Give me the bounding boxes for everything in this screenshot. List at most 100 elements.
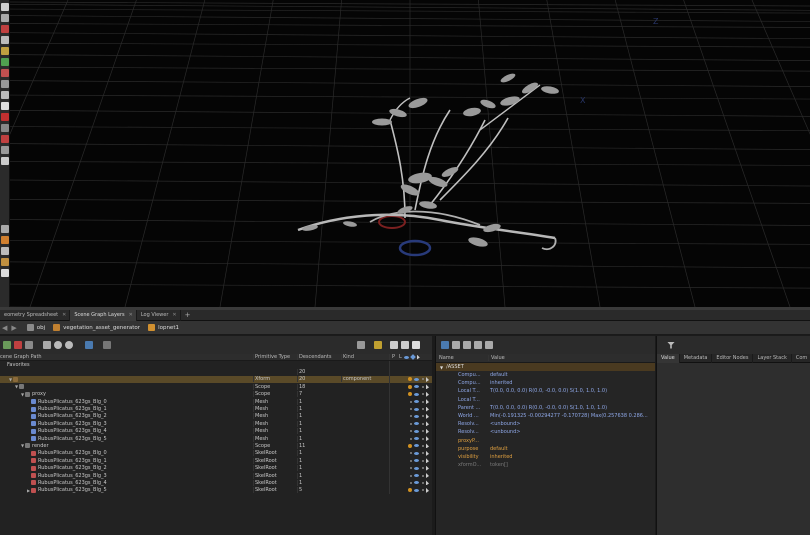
selectable-pointer-icon[interactable] [426, 480, 429, 486]
light-tool-icon[interactable] [1, 157, 9, 165]
load-dot-icon[interactable] [410, 474, 412, 477]
property-row[interactable]: World ... Min(-0.191325 -0.00294277 -0.17… [436, 412, 655, 420]
settings-gear-icon[interactable] [390, 341, 398, 349]
load-dot-icon[interactable] [410, 422, 412, 425]
tree-row[interactable]: RubusPlicatus_623gs_Blg_0 Mesh 1 [0, 397, 432, 406]
brush-tool-icon[interactable] [1, 69, 9, 77]
visibility-eye-icon[interactable] [414, 400, 419, 404]
visibility-eye-icon[interactable] [414, 466, 419, 470]
solo-dot-icon[interactable] [422, 393, 424, 396]
camera-tool-icon[interactable] [1, 25, 9, 33]
solo-dot-icon[interactable] [422, 415, 424, 418]
property-row[interactable]: visibility inherited [436, 453, 655, 461]
pin-primitive-icon[interactable] [85, 341, 93, 349]
viewport-canvas[interactable]: Z X [10, 0, 810, 307]
tab-editor-nodes[interactable]: Editor Nodes [712, 353, 754, 363]
column-value[interactable]: Value [488, 355, 655, 361]
load-dot-icon[interactable] [410, 459, 412, 462]
close-icon[interactable]: ✕ [62, 312, 66, 318]
tree-row[interactable]: Favorites [0, 361, 432, 369]
selectable-pointer-icon[interactable] [426, 436, 429, 442]
view-tool-icon[interactable] [1, 36, 9, 44]
load-dot-icon[interactable] [410, 437, 412, 440]
column-scene-graph-path[interactable]: cene Graph Path [0, 354, 253, 360]
selectable-pointer-icon[interactable] [426, 413, 429, 419]
load-dot-icon[interactable] [410, 415, 412, 418]
tab-composition[interactable]: Com [792, 354, 810, 363]
property-row[interactable]: Local T... T(0.0, 0.0, 0.0) R(0.0, -0.0, … [436, 387, 655, 395]
load-dot-icon[interactable] [410, 408, 412, 411]
tree-row[interactable]: RubusPlicatus_623gs_Blg_2 SkelRoot 1 [0, 464, 432, 472]
solo-dot-icon[interactable] [422, 474, 424, 477]
visibility-eye-icon[interactable] [414, 414, 419, 418]
tree-row[interactable]: RubusPlicatus_623gs_Blg_0 SkelRoot 1 [0, 449, 432, 458]
tab-value[interactable]: Value [657, 353, 680, 363]
tree-row[interactable]: 20 [0, 368, 432, 376]
draw-mode-icon[interactable] [25, 341, 33, 349]
back-arrow-icon[interactable]: ◀ [2, 324, 7, 332]
tree-row[interactable]: ▼ render Scope 11 [0, 442, 432, 450]
selectable-pointer-icon[interactable] [426, 406, 429, 412]
visibility-eye-icon[interactable] [414, 429, 419, 433]
collapse-arrow-icon[interactable]: ▼ [440, 365, 443, 370]
tab-geometry-spreadsheet[interactable]: eometry Spreadsheet ✕ [0, 309, 71, 321]
ruler-tool-icon[interactable] [1, 146, 9, 154]
property-row[interactable]: Parent ... T(0.0, 0.0, 0.0) R(0.0, -0.0, … [436, 404, 655, 412]
load-toggle-icon[interactable] [408, 392, 412, 397]
solo-dot-icon[interactable] [422, 444, 424, 447]
tree-row[interactable]: ▶ RubusPlicatus_623gs_Blg_5 SkelRoot 5 [0, 486, 432, 495]
camera-view-icon[interactable] [1, 247, 9, 255]
visibility-eye-icon[interactable] [414, 481, 419, 485]
filter-icon[interactable] [667, 341, 675, 349]
snap-point-icon[interactable] [1, 91, 9, 99]
camera-icon[interactable] [401, 341, 409, 349]
tree-row[interactable]: RubusPlicatus_623gs_Blg_4 Mesh 1 [0, 427, 432, 435]
column-payload[interactable]: P [392, 354, 395, 360]
snap-grid-icon[interactable] [1, 80, 9, 88]
breadcrumb-obj[interactable]: obj [26, 324, 45, 331]
load-toggle-icon[interactable] [408, 443, 412, 448]
selectable-pointer-icon[interactable] [426, 428, 429, 434]
magnet-icon[interactable] [1, 113, 9, 121]
visibility-eye-icon[interactable] [414, 392, 419, 396]
tree-row[interactable]: ▼ proxy Scope 7 [0, 390, 432, 398]
selectable-pointer-icon[interactable] [426, 473, 429, 479]
solo-dot-icon[interactable] [422, 422, 424, 425]
visibility-column-icon[interactable] [403, 355, 409, 359]
tab-log-viewer[interactable]: Log Viewer ✕ [137, 309, 181, 321]
column-descendants[interactable]: Descendants [297, 354, 341, 360]
collection-icon[interactable] [3, 341, 11, 349]
tree-row[interactable]: RubusPlicatus_623gs_Blg_2 Mesh 1 [0, 412, 432, 421]
visibility-eye-icon[interactable] [414, 437, 419, 441]
property-row[interactable]: Resolv... <unbound> [436, 420, 655, 428]
solo-dot-icon[interactable] [422, 408, 424, 411]
selected-prim-path[interactable]: ▼ /ASSET [436, 363, 655, 371]
layer-icon[interactable] [14, 341, 22, 349]
load-dot-icon[interactable] [410, 452, 412, 455]
solo-dot-icon[interactable] [422, 452, 424, 455]
load-dot-icon[interactable] [410, 400, 412, 403]
column-kind[interactable]: Kind [341, 354, 389, 360]
visibility-eye-icon[interactable] [414, 444, 419, 448]
selectable-pointer-icon[interactable] [426, 443, 429, 449]
visibility-eye-icon[interactable] [414, 451, 419, 455]
tab-metadata[interactable]: Metadata [680, 353, 713, 363]
solo-dot-icon[interactable] [422, 459, 424, 462]
load-dot-icon[interactable] [410, 430, 412, 433]
solo-dot-icon[interactable] [422, 437, 424, 440]
selectable-pointer-icon[interactable] [426, 421, 429, 427]
lock-icon[interactable] [1, 14, 9, 22]
selectable-pointer-icon[interactable] [426, 487, 429, 493]
search-icon[interactable] [65, 341, 73, 349]
tree-row[interactable]: RubusPlicatus_623gs_Blg_5 Mesh 1 [0, 434, 432, 443]
tree-row[interactable]: RubusPlicatus_623gs_Blg_3 SkelRoot 1 [0, 471, 432, 480]
solo-dot-icon[interactable] [422, 481, 424, 484]
list-view-icon[interactable] [452, 341, 460, 349]
select-column-icon[interactable] [416, 354, 420, 360]
property-row[interactable]: xformO... token[] [436, 461, 655, 469]
solo-dot-icon[interactable] [422, 430, 424, 433]
snapshot-icon[interactable] [1, 269, 9, 277]
forward-arrow-icon[interactable]: ▶ [11, 324, 16, 332]
property-row[interactable]: Resolv... <unbound> [436, 428, 655, 436]
tab-scene-graph-layers[interactable]: Scene Graph Layers ✕ [70, 309, 137, 321]
